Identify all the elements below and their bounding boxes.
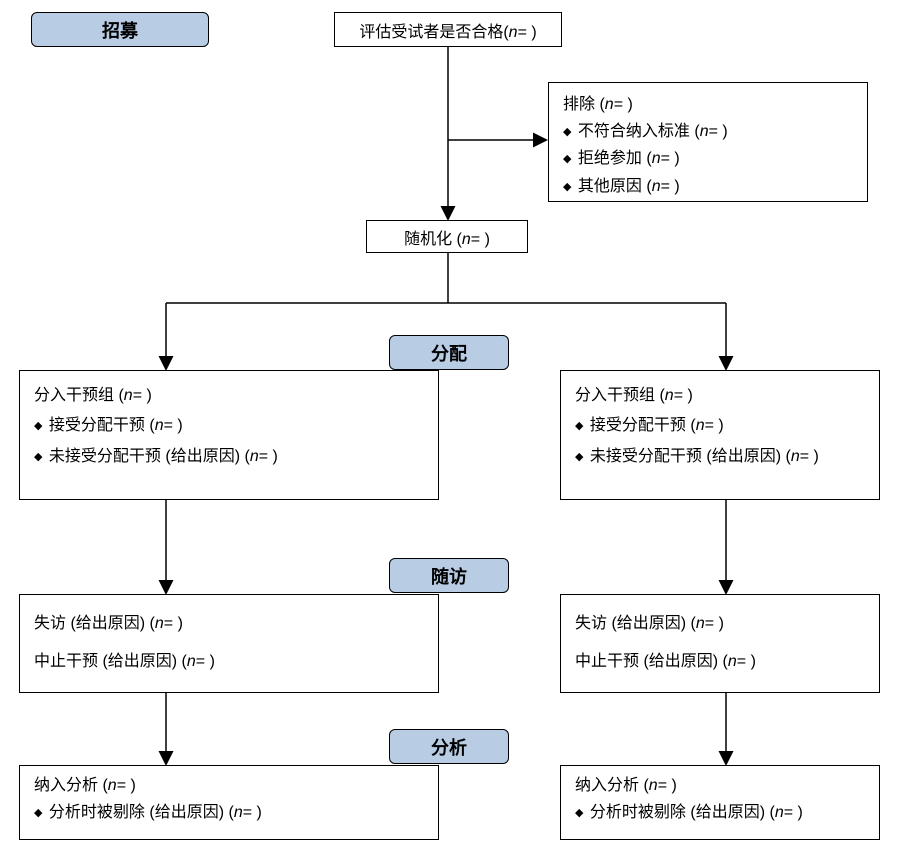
phase-allocation: 分配 xyxy=(389,335,509,370)
alloc-left-line3: 未接受分配干预 (给出原因) (n= ) xyxy=(34,442,424,472)
box-allocation-left: 分入干预组 (n= ) 接受分配干预 (n= ) 未接受分配干预 (给出原因) … xyxy=(19,370,439,500)
phase-analysis-label: 分析 xyxy=(431,734,467,760)
phase-allocation-label: 分配 xyxy=(431,340,467,366)
excluded-item-1: 不符合纳入标准 (n= ) xyxy=(563,118,853,145)
fu-left-line1: 失访 (给出原因) (n= ) xyxy=(34,605,424,643)
excluded-title: 排除 (n= ) xyxy=(563,91,853,118)
fu-left-line2: 中止干预 (给出原因) (n= ) xyxy=(34,643,424,681)
box-followup-left: 失访 (给出原因) (n= ) 中止干预 (给出原因) (n= ) xyxy=(19,594,439,693)
randomized-text: 随机化 (n= ) xyxy=(404,225,490,249)
phase-followup: 随访 xyxy=(389,558,509,593)
fu-right-line1: 失访 (给出原因) (n= ) xyxy=(575,605,865,643)
excluded-item-3: 其他原因 (n= ) xyxy=(563,173,853,200)
an-right-line2: 分析时被剔除 (给出原因) (n= ) xyxy=(575,799,865,826)
an-right-line1: 纳入分析 (n= ) xyxy=(575,772,865,799)
alloc-right-line3: 未接受分配干预 (给出原因) (n= ) xyxy=(575,442,865,472)
phase-enrollment: 招募 xyxy=(31,12,209,47)
alloc-right-line2: 接受分配干预 (n= ) xyxy=(575,411,865,441)
alloc-left-line1: 分入干预组 (n= ) xyxy=(34,381,424,411)
box-analysis-right: 纳入分析 (n= ) 分析时被剔除 (给出原因) (n= ) xyxy=(560,765,880,840)
box-followup-right: 失访 (给出原因) (n= ) 中止干预 (给出原因) (n= ) xyxy=(560,594,880,693)
box-excluded: 排除 (n= ) 不符合纳入标准 (n= ) 拒绝参加 (n= ) 其他原因 (… xyxy=(548,82,868,202)
consort-flow-diagram: 招募 分配 随访 分析 评估受试者是否合格(n= ) 排除 (n= ) 不符合纳… xyxy=(0,0,900,846)
an-left-line1: 纳入分析 (n= ) xyxy=(34,772,424,799)
phase-enrollment-label: 招募 xyxy=(102,17,138,43)
box-eligibility: 评估受试者是否合格(n= ) xyxy=(334,12,562,47)
box-randomized: 随机化 (n= ) xyxy=(366,220,528,253)
box-analysis-left: 纳入分析 (n= ) 分析时被剔除 (给出原因) (n= ) xyxy=(19,765,439,840)
phase-followup-label: 随访 xyxy=(431,563,467,589)
fu-right-line2: 中止干预 (给出原因) (n= ) xyxy=(575,643,865,681)
alloc-right-line1: 分入干预组 (n= ) xyxy=(575,381,865,411)
alloc-left-line2: 接受分配干预 (n= ) xyxy=(34,411,424,441)
an-left-line2: 分析时被剔除 (给出原因) (n= ) xyxy=(34,799,424,826)
excluded-item-2: 拒绝参加 (n= ) xyxy=(563,145,853,172)
box-allocation-right: 分入干预组 (n= ) 接受分配干预 (n= ) 未接受分配干预 (给出原因) … xyxy=(560,370,880,500)
eligibility-text: 评估受试者是否合格(n= ) xyxy=(359,18,536,42)
phase-analysis: 分析 xyxy=(389,729,509,764)
